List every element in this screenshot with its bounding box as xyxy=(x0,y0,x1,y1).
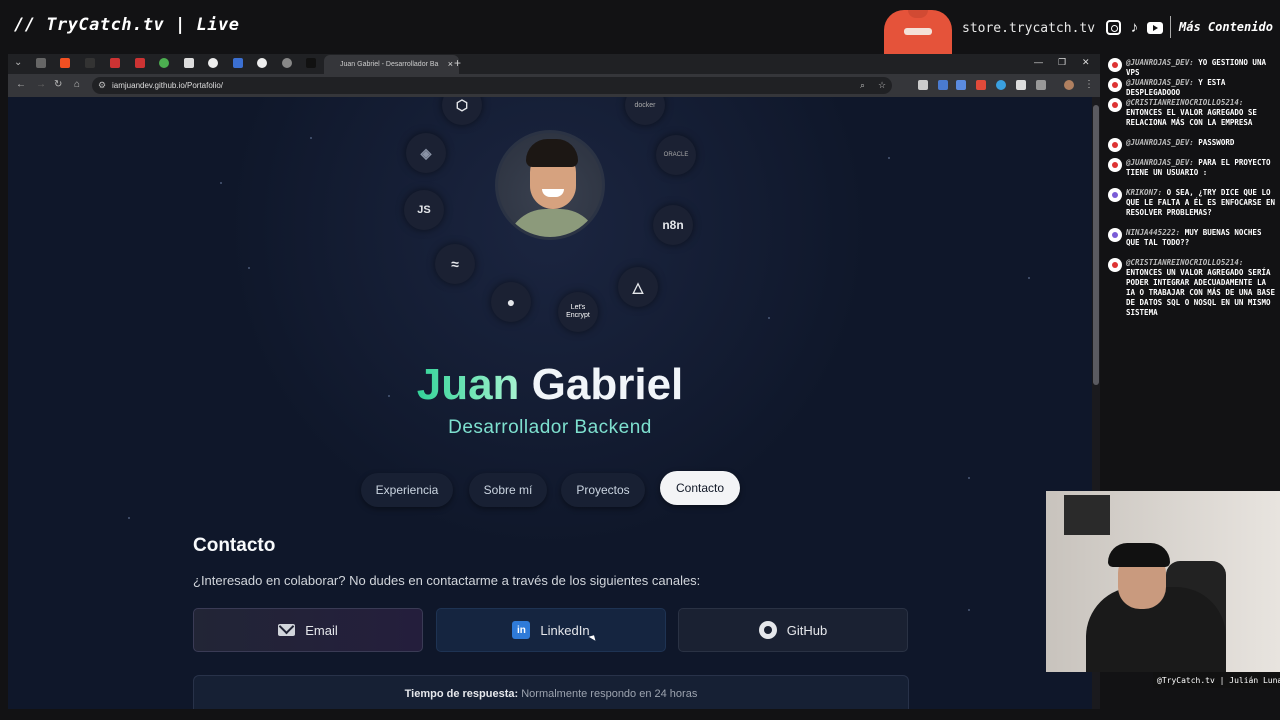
tab-favicon-icon[interactable] xyxy=(159,58,169,68)
email-button[interactable]: Email xyxy=(193,608,423,652)
extensions-puzzle-icon[interactable] xyxy=(1036,80,1046,90)
tiktok-icon: ♪ xyxy=(1130,19,1139,36)
chat-message: @CRISTIANREINOCRIOLLO5214: ENTONCES UN V… xyxy=(1106,258,1278,318)
laravel-icon: ◈ xyxy=(406,133,446,173)
page-title: Juan Gabriel xyxy=(8,360,1092,410)
close-icon[interactable]: × xyxy=(448,59,453,69)
chat-message: NINJA445222: MUY BUENAS NOCHES QUE TAL T… xyxy=(1106,228,1278,248)
meilisearch-icon: ● xyxy=(491,282,531,322)
tab-search-icon[interactable]: ⌄ xyxy=(14,57,22,68)
n8n-icon: n8n xyxy=(653,205,693,245)
youtube-icon xyxy=(1147,22,1163,34)
tab-favicon-icon[interactable] xyxy=(208,58,218,68)
chat-message: @JUANROJAS_DEV: Y ESTA DESPLEGADOOO xyxy=(1106,78,1278,98)
chat-message: KRIKON7: O SEA, ¿TRY DICE QUE LO QUE LE … xyxy=(1106,188,1278,218)
browser-toolbar: ← → ↻ ⌂ ⚙ iamjuandev.github.io/Portafoli… xyxy=(8,74,1100,97)
mail-icon xyxy=(278,624,296,636)
linkedin-icon: in xyxy=(512,621,531,639)
address-bar[interactable]: ⚙ iamjuandev.github.io/Portafolio/ ⌕ ☆ xyxy=(92,77,892,94)
email-label: Email xyxy=(305,622,338,638)
javascript-icon: JS xyxy=(404,190,444,230)
extension-icon[interactable] xyxy=(1016,80,1026,90)
reload-icon[interactable]: ↻ xyxy=(54,79,62,90)
profile-avatar[interactable] xyxy=(1064,80,1074,90)
contact-heading: Contacto xyxy=(193,535,276,556)
chat-message: @JUANROJAS_DEV: PASSWORD xyxy=(1106,138,1278,152)
active-tab[interactable]: Juan Gabriel - Desarrollador Ba × xyxy=(324,55,459,74)
response-time-label: Tiempo de respuesta: xyxy=(404,688,519,700)
tab-favicon-icon[interactable] xyxy=(135,58,145,68)
bookmark-star-icon[interactable]: ☆ xyxy=(878,80,886,91)
stream-overlay-bar: // TryCatch.tv | Live store.trycatch.tv … xyxy=(0,0,1280,54)
linkedin-label: LinkedIn xyxy=(540,622,590,638)
stream-title: // TryCatch.tv | Live xyxy=(14,15,240,35)
name-last: Gabriel xyxy=(531,360,684,409)
scrollbar-thumb[interactable] xyxy=(1093,105,1099,385)
extension-icon[interactable] xyxy=(938,80,948,90)
github-icon xyxy=(758,621,777,639)
tab-strip: ⌄ Juan Gabriel - Desarrollador Ba × + — … xyxy=(8,54,1100,74)
browser-window: ⌄ Juan Gabriel - Desarrollador Ba × + — … xyxy=(8,54,1100,709)
tab-favicon-icon[interactable] xyxy=(257,58,267,68)
stream-frame: // TryCatch.tv | Live store.trycatch.tv … xyxy=(0,0,1280,720)
chat-message: @JUANROJAS_DEV: YO GESTIONO UNA VPS xyxy=(1106,58,1278,78)
web-page: ⬡ docker ◈ ORACLE JS n8n ≈ △ ● Let's Enc… xyxy=(8,97,1100,709)
extension-icon[interactable] xyxy=(956,80,966,90)
back-icon[interactable]: ← xyxy=(16,79,26,90)
role-subtitle: Desarrollador Backend xyxy=(448,417,652,438)
store-url: store.trycatch.tv xyxy=(962,21,1096,36)
linux-icon: △ xyxy=(618,267,658,307)
menu-icon[interactable]: ⋮ xyxy=(1084,79,1094,90)
tab-sobre-mi[interactable]: Sobre mí xyxy=(469,473,547,507)
html5-icon: ⬡ xyxy=(442,97,482,125)
extension-icon[interactable] xyxy=(976,80,986,90)
tab-favicon-icon[interactable] xyxy=(85,58,95,68)
tab-favicon-icon[interactable] xyxy=(110,58,120,68)
chat-message: @CRISTIANREINOCRIOLLO5214: ENTONCES EL V… xyxy=(1106,98,1278,128)
minimize-button[interactable]: — xyxy=(1034,57,1043,67)
tab-favicon-icon[interactable] xyxy=(184,58,194,68)
tailwind-icon: ≈ xyxy=(435,244,475,284)
instagram-icon xyxy=(1106,20,1121,35)
home-icon[interactable]: ⌂ xyxy=(74,79,80,90)
tab-favicon-icon[interactable] xyxy=(36,58,46,68)
divider xyxy=(1170,16,1171,38)
github-label: GitHub xyxy=(786,622,828,638)
live-chat: @JUANROJAS_DEV: YO GESTIONO UNA VPS @JUA… xyxy=(1102,54,1280,317)
more-content-label: Más Contenido xyxy=(1179,20,1273,34)
response-time-box: Tiempo de respuesta: Normalmente respond… xyxy=(193,675,909,709)
shirt-thumbnail xyxy=(884,10,952,54)
tab-contacto[interactable]: Contacto xyxy=(660,471,740,505)
chat-message: @JUANROJAS_DEV: PARA EL PROYECTO TIENE U… xyxy=(1106,158,1278,178)
docker-icon: docker xyxy=(625,97,665,125)
active-tab-title: Juan Gabriel - Desarrollador Ba xyxy=(340,61,439,68)
zoom-icon[interactable]: ⌕ xyxy=(860,80,865,91)
restore-button[interactable]: ❐ xyxy=(1058,57,1066,68)
webcam-label: @TryCatch.tv | Julián Luna xyxy=(1153,672,1280,688)
tab-proyectos[interactable]: Proyectos xyxy=(561,473,645,507)
tab-favicon-icon[interactable] xyxy=(282,58,292,68)
webcam-feed xyxy=(1046,491,1280,672)
letsencrypt-icon: Let's Encrypt xyxy=(558,292,598,332)
extension-icon[interactable] xyxy=(996,80,1006,90)
response-time-value: Normalmente respondo en 24 horas xyxy=(521,688,698,700)
linkedin-button[interactable]: in LinkedIn xyxy=(436,608,666,652)
tab-favicon-icon[interactable] xyxy=(306,58,316,68)
github-button[interactable]: GitHub xyxy=(678,608,908,652)
tab-favicon-icon[interactable] xyxy=(233,58,243,68)
name-first: Juan xyxy=(416,360,520,409)
tab-favicon-icon[interactable] xyxy=(60,58,70,68)
oracle-icon: ORACLE xyxy=(656,135,696,175)
close-window-button[interactable]: ✕ xyxy=(1082,57,1090,68)
forward-icon[interactable]: → xyxy=(36,79,46,90)
new-tab-button[interactable]: + xyxy=(454,56,461,70)
tab-experiencia[interactable]: Experiencia xyxy=(361,473,453,507)
site-info-icon[interactable]: ⚙ xyxy=(98,80,106,91)
avatar xyxy=(495,130,605,240)
contact-description: ¿Interesado en colaborar? No dudes en co… xyxy=(193,573,701,588)
extension-icon[interactable] xyxy=(918,80,928,90)
url-text[interactable]: iamjuandev.github.io/Portafolio/ xyxy=(112,81,223,90)
